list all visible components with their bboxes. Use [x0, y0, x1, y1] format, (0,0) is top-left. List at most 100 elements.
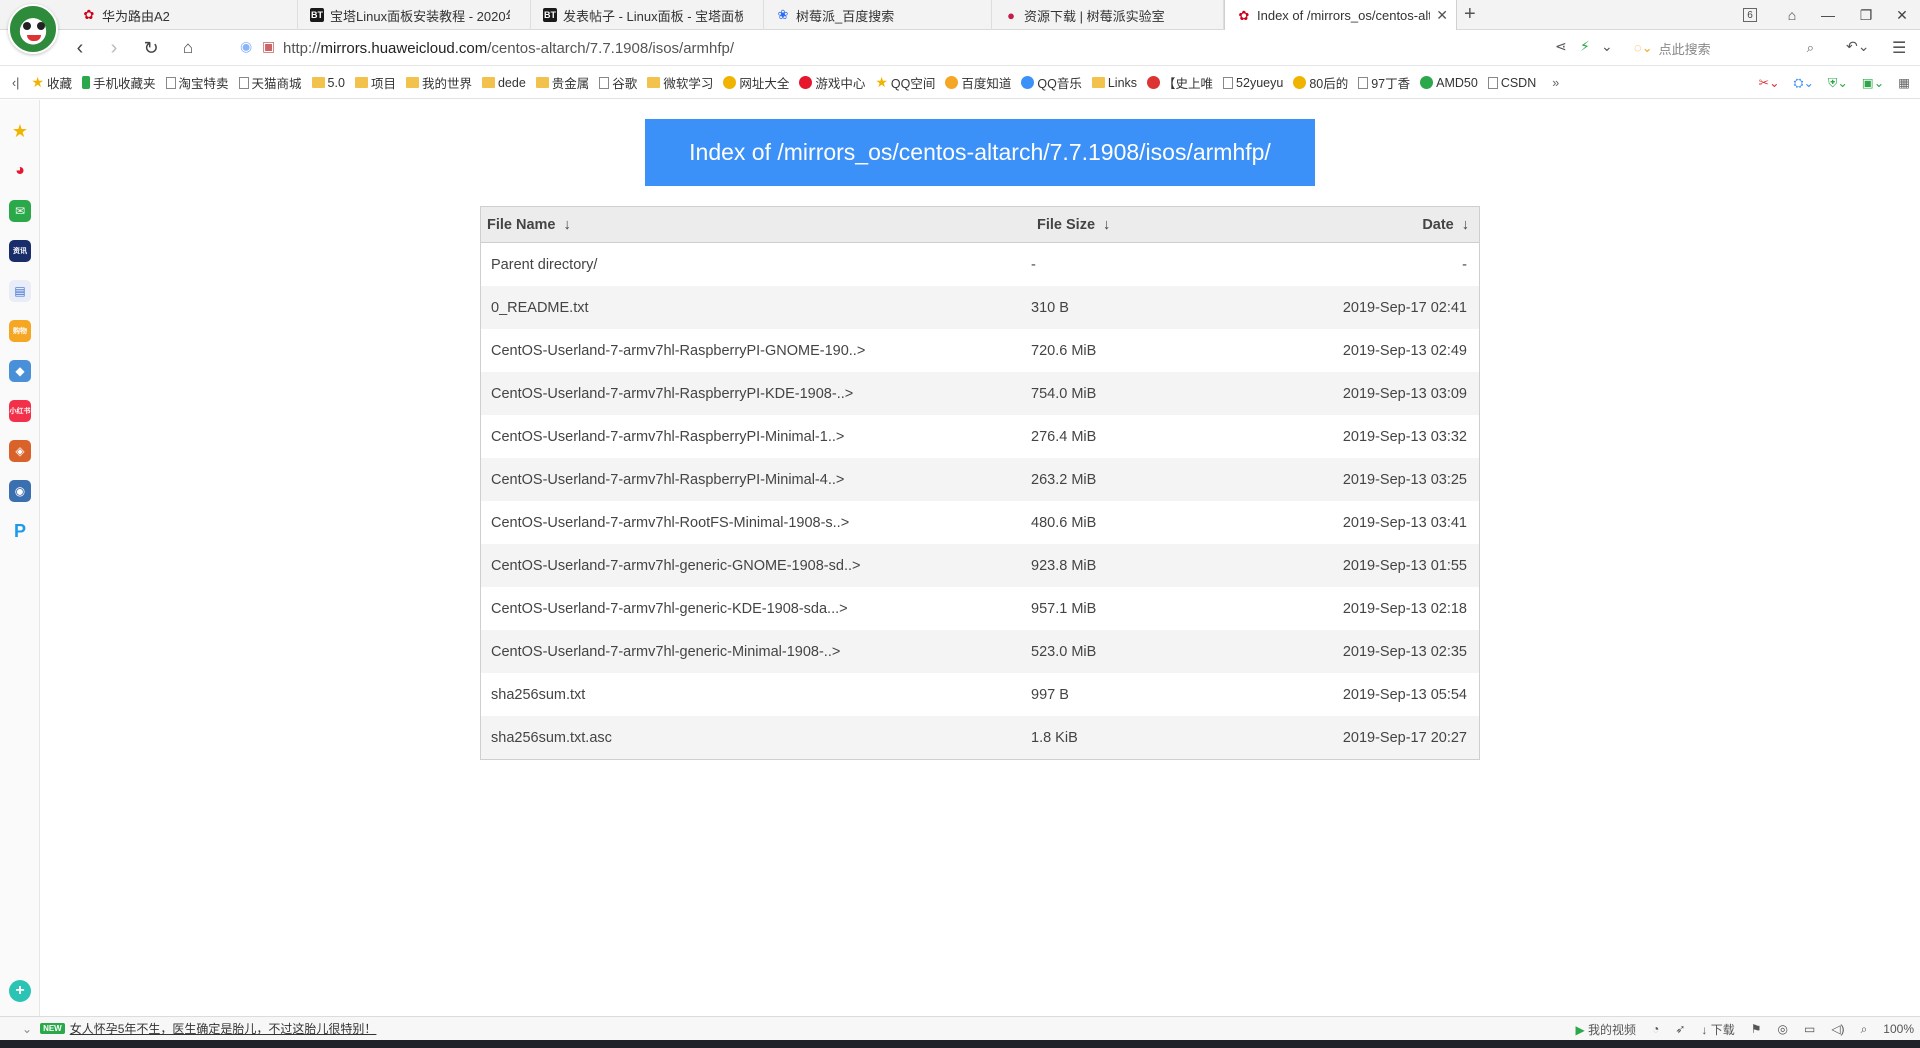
weibo-icon[interactable]: ◕	[9, 160, 31, 182]
extension-icon[interactable]: ⛭⌄	[1794, 75, 1814, 91]
tab-2[interactable]: BT 发表帖子 - Linux面板 - 宝塔面板	[531, 0, 764, 30]
game-icon[interactable]: ▣⌄	[1862, 75, 1884, 90]
undo-icon[interactable]: ↶⌄	[1846, 38, 1869, 55]
p-app-icon[interactable]: P	[9, 520, 31, 542]
file-name-link[interactable]: CentOS-Userland-7-armv7hl-generic-Minima…	[491, 630, 840, 673]
game-app-icon[interactable]: ◆	[9, 360, 31, 382]
document-icon[interactable]: ▤	[9, 280, 31, 302]
download-button[interactable]: ↓ 下载	[1701, 1021, 1734, 1038]
file-name-link[interactable]: CentOS-Userland-7-armv7hl-RaspberryPI-Mi…	[491, 415, 844, 458]
file-date: 2019-Sep-17 02:41	[1342, 299, 1467, 316]
mail-icon[interactable]: ✉	[9, 200, 31, 222]
bookmark-item[interactable]: 80后的	[1293, 73, 1348, 92]
tab-0[interactable]: ✿ 华为路由A2	[70, 0, 298, 30]
shield-icon[interactable]: ⛨⌄	[1828, 75, 1848, 91]
bookmark-item[interactable]: 手机收藏夹	[82, 73, 156, 92]
search-icon[interactable]: ⌕	[1807, 40, 1814, 56]
scissors-icon[interactable]: ✂⌄	[1759, 75, 1780, 90]
news-ticker-link[interactable]: 女人怀孕5年不生，医生确定是胎儿，不过这胎儿很特别！	[70, 1020, 377, 1037]
shirt-skin-icon[interactable]: ⌂	[1774, 0, 1810, 30]
bookmark-item[interactable]: CSDN	[1487, 76, 1536, 90]
chevron-down-icon[interactable]: ⌄	[22, 1022, 32, 1036]
file-name-link[interactable]: CentOS-Userland-7-armv7hl-RaspberryPI-GN…	[491, 329, 865, 372]
column-header-file-name[interactable]: File Name ↓	[487, 207, 571, 242]
bookmark-item[interactable]: dede	[481, 76, 526, 90]
flag-icon[interactable]: ⚑	[1751, 1022, 1762, 1036]
collapse-sidebar-icon[interactable]: ‹|	[12, 76, 19, 90]
file-name-link[interactable]: CentOS-Userland-7-armv7hl-RootFS-Minimal…	[491, 501, 849, 544]
window-icon[interactable]: ▭	[1804, 1022, 1815, 1036]
bookmark-item[interactable]: 微软学习	[647, 73, 713, 92]
close-tab-icon[interactable]: ✕	[1436, 7, 1448, 24]
bookmark-item[interactable]: ★ QQ空间	[875, 73, 935, 92]
file-name-link[interactable]: CentOS-Userland-7-armv7hl-RaspberryPI-Mi…	[491, 458, 844, 501]
zoom-icon[interactable]: ⌕	[1861, 1022, 1868, 1037]
bookmark-item[interactable]: 百度知道	[945, 73, 1011, 92]
game-app-3-icon[interactable]: ◉	[9, 480, 31, 502]
bookmark-item[interactable]: 网址大全	[723, 73, 789, 92]
new-tab-icon[interactable]: +	[1464, 3, 1476, 26]
bookmark-item[interactable]: 游戏中心	[799, 73, 865, 92]
bookmark-item[interactable]: QQ音乐	[1021, 73, 1082, 92]
bookmark-item[interactable]: 5.0	[311, 76, 345, 90]
bookmark-item[interactable]: 天猫商城	[238, 73, 302, 92]
tab-4[interactable]: ● 资源下载 | 树莓派实验室	[992, 0, 1224, 30]
more-bookmarks-icon[interactable]: »	[1552, 76, 1559, 90]
red-app-icon[interactable]: 小红书	[9, 400, 31, 422]
search-box[interactable]: ◌⌄ 点此搜索 ⌕	[1634, 35, 1814, 61]
close-window-icon[interactable]: ✕	[1884, 0, 1920, 30]
bookmark-item[interactable]: 项目	[354, 73, 396, 92]
reload-icon[interactable]: ↻	[139, 36, 163, 60]
file-name-link[interactable]: 0_README.txt	[491, 286, 589, 329]
news-app-icon[interactable]: 资讯	[9, 240, 31, 262]
favorites-star-icon[interactable]: ★	[9, 120, 31, 142]
speed-icon[interactable]: ◔	[1652, 1022, 1659, 1036]
apps-grid-icon[interactable]: ▦	[1898, 75, 1910, 90]
tab-5-active[interactable]: ✿ Index of /mirrors_os/centos-altarch/7.…	[1224, 0, 1457, 31]
bookmark-item[interactable]: 【史上唯	[1147, 73, 1213, 92]
search-input[interactable]: 点此搜索	[1659, 39, 1711, 58]
browser-icon[interactable]: ◎	[1778, 1022, 1788, 1036]
minimize-icon[interactable]: —	[1810, 0, 1846, 30]
file-name-link[interactable]: sha256sum.txt.asc	[491, 716, 612, 759]
restore-icon[interactable]: ❐	[1848, 0, 1884, 30]
game-app-2-icon[interactable]: ◈	[9, 440, 31, 462]
column-header-date[interactable]: Date ↓	[1422, 207, 1469, 242]
bookmark-item[interactable]: 淘宝特卖	[165, 73, 229, 92]
home-icon[interactable]: ⌂	[176, 36, 200, 60]
chevron-down-icon[interactable]: ⌄	[1601, 38, 1613, 55]
bookmark-item[interactable]: 我的世界	[405, 73, 472, 92]
file-name-link[interactable]: CentOS-Userland-7-armv7hl-generic-KDE-19…	[491, 587, 848, 630]
my-video-button[interactable]: ▶ 我的视频	[1575, 1021, 1636, 1038]
back-icon[interactable]: ‹	[68, 36, 92, 60]
bookmark-item[interactable]: 52yueyu	[1223, 76, 1283, 90]
bookmark-item[interactable]: 97丁香	[1358, 73, 1410, 92]
menu-icon[interactable]: ☰	[1892, 38, 1906, 58]
tab-count-button[interactable]: 6	[1732, 0, 1768, 30]
bookmark-item[interactable]: Links	[1091, 76, 1137, 90]
tab-3[interactable]: ❀ 树莓派_百度搜索	[764, 0, 992, 30]
file-name-link[interactable]: Parent directory/	[491, 243, 597, 286]
rocket-icon[interactable]: ➶	[1675, 1022, 1685, 1036]
shopping-app-icon[interactable]: 购物	[9, 320, 31, 342]
security-icon[interactable]: ◉	[240, 38, 252, 55]
tab-1[interactable]: BT 宝塔Linux面板安装教程 - 2020年	[298, 0, 531, 30]
file-name-link[interactable]: CentOS-Userland-7-armv7hl-RaspberryPI-KD…	[491, 372, 853, 415]
file-name-link[interactable]: sha256sum.txt	[491, 673, 585, 716]
bookmark-item[interactable]: ★ 收藏	[31, 73, 72, 92]
site-info-icon[interactable]: ▣	[262, 38, 275, 55]
speed-mode-icon[interactable]: ⚡	[1580, 38, 1590, 55]
share-icon[interactable]: ⋖	[1555, 38, 1567, 55]
column-header-file-size[interactable]: File Size ↓	[1037, 207, 1110, 242]
bookmark-item[interactable]: AMD50	[1420, 76, 1478, 90]
bookmark-item[interactable]: 贵金属	[535, 73, 589, 92]
address-input[interactable]: http://mirrors.huaweicloud.com/centos-al…	[283, 34, 1643, 62]
file-name-link[interactable]: CentOS-Userland-7-armv7hl-generic-GNOME-…	[491, 544, 860, 587]
search-engine-icon[interactable]: ◌⌄	[1634, 40, 1653, 56]
volume-icon[interactable]: ◁)	[1831, 1022, 1844, 1036]
add-sidebar-icon[interactable]: +	[9, 980, 31, 1002]
browser-logo-icon[interactable]	[8, 4, 58, 54]
zoom-level[interactable]: 100%	[1883, 1022, 1914, 1036]
bookmark-item[interactable]: 谷歌	[599, 73, 637, 92]
forward-icon[interactable]: ›	[102, 36, 126, 60]
